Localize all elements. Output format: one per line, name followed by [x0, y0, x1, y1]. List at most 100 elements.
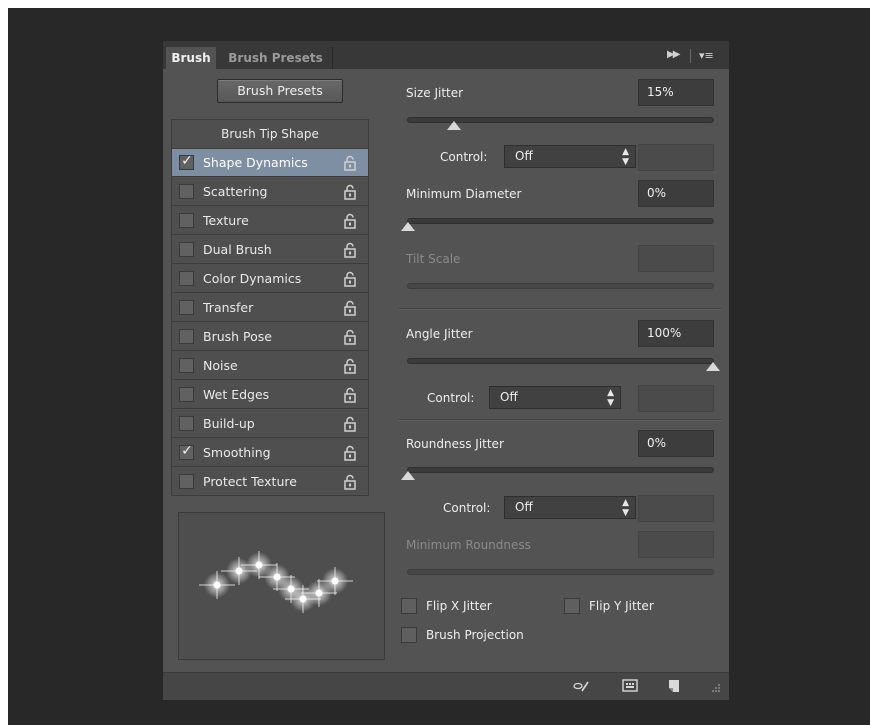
brush-option-checkbox[interactable] [179, 184, 194, 199]
brush-option-checkbox[interactable] [179, 242, 194, 257]
double-chevron-right-icon[interactable]: ▶▶ [667, 47, 683, 63]
control-select-3[interactable]: Off ▲ ▼ [504, 496, 636, 519]
brush-option-checkbox[interactable]: ✓ [179, 443, 194, 460]
lock-icon[interactable] [343, 184, 357, 200]
lock-icon[interactable] [343, 445, 357, 461]
lock-icon[interactable] [343, 416, 357, 432]
brush-stroke-preview-image [199, 551, 353, 613]
brush-option-checkbox[interactable] [179, 329, 194, 344]
brush-option-label: Smoothing [203, 445, 271, 460]
brush-option-item[interactable]: Wet Edges [172, 381, 368, 409]
brush-option-checkbox[interactable] [179, 213, 194, 228]
roundness-jitter-slider[interactable] [401, 467, 714, 480]
brush-option-checkbox[interactable] [179, 474, 194, 489]
brush-option-checkbox[interactable] [179, 300, 194, 315]
angle-jitter-field[interactable]: 100% [638, 320, 714, 347]
control-label-2: Control: [427, 391, 475, 405]
control-select-1-value: Off [515, 149, 533, 163]
checkmark-icon: ✓ [181, 153, 193, 169]
minimum-diameter-slider-thumb[interactable] [401, 222, 415, 231]
brush-option-label: Wet Edges [203, 387, 270, 402]
toggle-live-tip-brush-preview-icon[interactable] [573, 678, 589, 694]
brush-option-label: Brush Pose [203, 329, 272, 344]
lock-icon[interactable] [343, 242, 357, 258]
size-jitter-slider-thumb[interactable] [446, 121, 461, 130]
roundness-jitter-label: Roundness Jitter [406, 437, 504, 451]
control-field-1 [638, 144, 714, 171]
lock-icon[interactable] [343, 474, 357, 490]
brush-option-label: Scattering [203, 184, 268, 199]
minimum-diameter-slider[interactable] [401, 218, 714, 231]
brush-option-checkbox[interactable] [179, 271, 194, 286]
panel-bottom-bar [163, 672, 729, 700]
section-divider [399, 419, 721, 421]
brush-option-label: Noise [203, 358, 238, 373]
brush-projection-checkbox[interactable] [401, 627, 417, 643]
brush-option-label: Texture [203, 213, 249, 228]
minimum-diameter-label: Minimum Diameter [406, 187, 522, 201]
brush-option-item[interactable]: Color Dynamics [172, 265, 368, 293]
size-jitter-slider[interactable] [407, 117, 714, 130]
brush-option-checkbox[interactable] [179, 416, 194, 431]
brush-tip-shape-item[interactable]: Brush Tip Shape [172, 120, 368, 149]
brush-option-checkbox[interactable] [179, 387, 194, 402]
brush-option-label: Color Dynamics [203, 271, 302, 286]
brush-projection-label: Brush Projection [426, 628, 524, 642]
size-jitter-label: Size Jitter [406, 86, 464, 100]
brush-option-item[interactable]: Transfer [172, 294, 368, 322]
resize-grip-icon[interactable] [709, 683, 721, 695]
brush-option-checkbox[interactable] [179, 358, 194, 373]
brush-presets-button[interactable]: Brush Presets [217, 79, 343, 103]
lock-icon[interactable] [343, 300, 357, 316]
angle-jitter-slider-thumb[interactable] [706, 362, 720, 371]
brush-option-item[interactable]: Noise [172, 352, 368, 380]
minimum-diameter-field[interactable]: 0% [638, 180, 714, 207]
control-field-2 [638, 385, 714, 412]
lock-icon[interactable] [343, 358, 357, 374]
brush-option-item[interactable]: ✓ Shape Dynamics [172, 149, 368, 177]
brush-option-item[interactable]: Texture [172, 207, 368, 235]
tab-brush-presets[interactable]: Brush Presets [219, 47, 333, 69]
control-label-3: Control: [443, 501, 491, 515]
angle-jitter-slider[interactable] [407, 358, 720, 371]
lock-icon[interactable] [343, 155, 357, 171]
brush-panel: Brush Brush Presets ▶▶ ▾≡ Brush Presets … [163, 41, 729, 700]
brush-option-label: Build-up [203, 416, 255, 431]
brush-option-item[interactable]: Scattering [172, 178, 368, 206]
brush-option-item[interactable]: Build-up [172, 410, 368, 438]
tilt-scale-field [638, 245, 714, 272]
brush-option-label: Dual Brush [203, 242, 272, 257]
brush-option-item[interactable]: Protect Texture [172, 468, 368, 496]
flip-y-jitter-checkbox[interactable] [564, 598, 580, 614]
tilt-scale-label: Tilt Scale [406, 252, 461, 266]
minimum-roundness-slider [407, 569, 714, 575]
brush-option-checkbox[interactable]: ✓ [179, 153, 194, 170]
brush-option-item[interactable]: Dual Brush [172, 236, 368, 264]
up-down-arrows-icon: ▲ ▼ [622, 498, 629, 518]
section-divider [399, 308, 721, 310]
flip-y-jitter-label: Flip Y Jitter [589, 599, 654, 613]
flip-x-jitter-checkbox[interactable] [401, 598, 417, 614]
brush-option-label: Transfer [203, 300, 254, 315]
lock-icon[interactable] [343, 387, 357, 403]
control-select-1[interactable]: Off ▲ ▼ [504, 145, 636, 168]
roundness-jitter-slider-thumb[interactable] [401, 471, 415, 480]
control-select-2[interactable]: Off ▲ ▼ [489, 386, 621, 409]
minimum-roundness-field [638, 531, 714, 558]
lock-icon[interactable] [343, 271, 357, 287]
brush-option-label: Shape Dynamics [203, 155, 308, 170]
brush-stroke-preview [178, 512, 385, 660]
panel-menu-icon[interactable]: ▾≡ [699, 48, 719, 64]
brush-option-item[interactable]: ✓ Smoothing [172, 439, 368, 467]
flip-x-jitter-label: Flip X Jitter [426, 599, 492, 613]
control-select-3-value: Off [515, 500, 533, 514]
panel-tab-bar: Brush Brush Presets ▶▶ ▾≡ [163, 41, 729, 69]
lock-icon[interactable] [343, 329, 357, 345]
create-new-brush-icon[interactable] [666, 678, 682, 694]
tab-brush[interactable]: Brush [166, 47, 216, 69]
open-preset-manager-icon[interactable] [622, 678, 638, 694]
brush-option-item[interactable]: Brush Pose [172, 323, 368, 351]
lock-icon[interactable] [343, 213, 357, 229]
roundness-jitter-field[interactable]: 0% [638, 430, 714, 457]
size-jitter-field[interactable]: 15% [638, 79, 714, 106]
